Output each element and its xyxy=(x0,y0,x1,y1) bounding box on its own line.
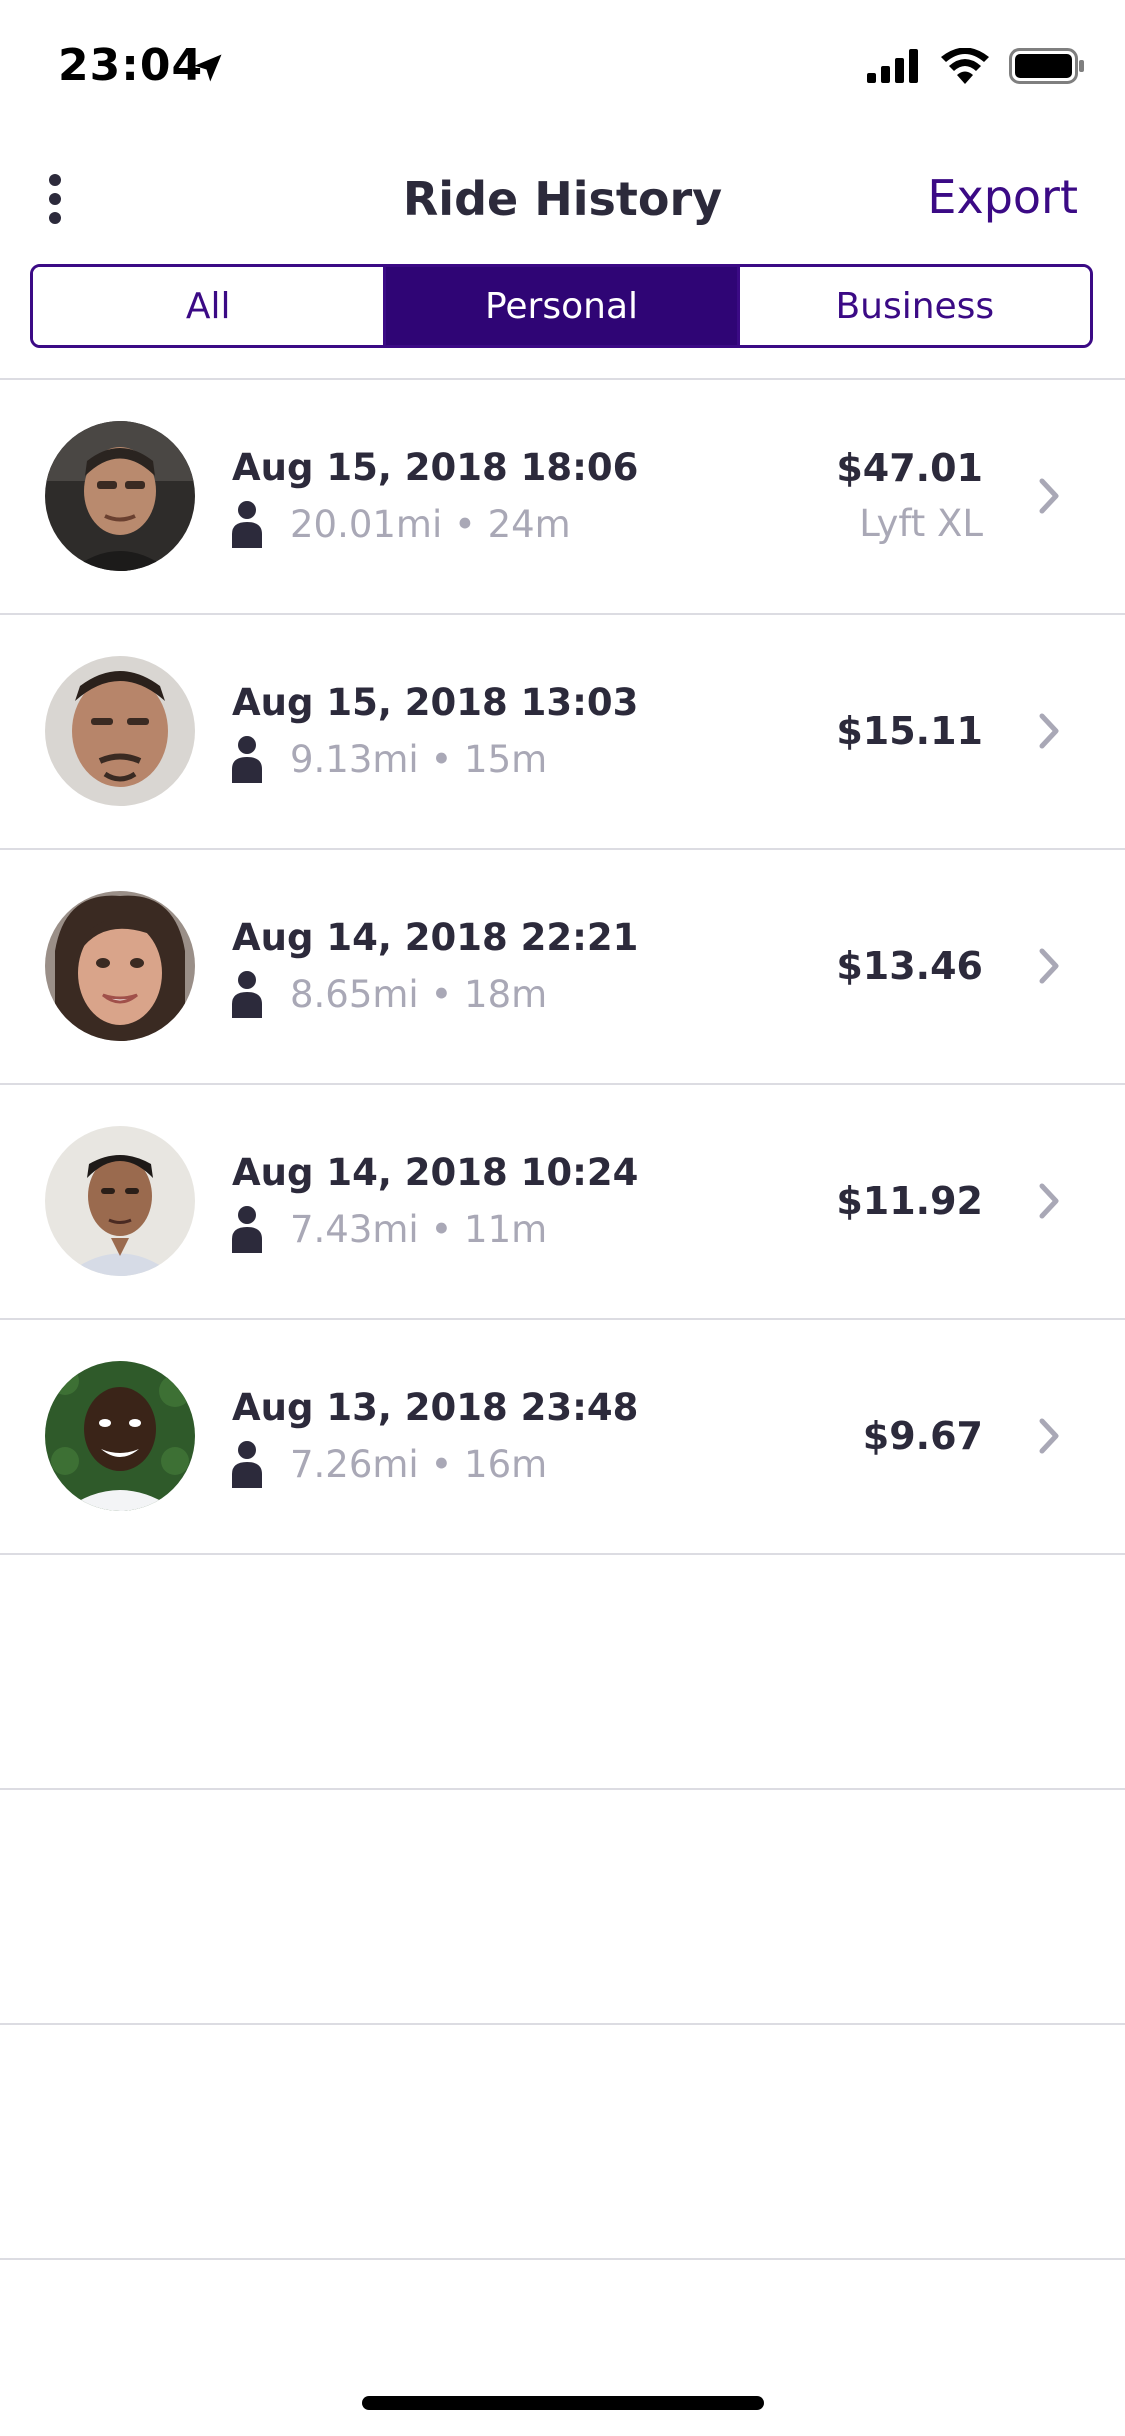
empty-list-row xyxy=(0,1555,1125,1790)
empty-list-row xyxy=(0,1790,1125,2025)
battery-icon xyxy=(1009,48,1084,84)
ride-date: Aug 13, 2018 23:48 xyxy=(232,1386,639,1429)
ride-date: Aug 15, 2018 18:06 xyxy=(232,446,639,489)
status-time: 23:04 xyxy=(58,40,204,91)
wifi-icon xyxy=(941,48,989,84)
ride-list: Aug 15, 2018 18:06 20.01mi • 24m $47.01 … xyxy=(0,380,1125,2260)
tab-all[interactable]: All xyxy=(33,267,384,345)
ride-type: Lyft XL xyxy=(859,502,983,545)
driver-avatar xyxy=(45,656,195,806)
ride-details: 8.65mi • 18m xyxy=(290,972,548,1016)
export-button[interactable]: Export xyxy=(927,170,1078,224)
person-icon xyxy=(232,501,262,548)
person-icon xyxy=(232,971,262,1018)
ride-price: $47.01 xyxy=(836,446,983,490)
ride-row[interactable]: Aug 13, 2018 23:48 7.26mi • 16m $9.67 xyxy=(0,1320,1125,1555)
ride-details: 7.26mi • 16m xyxy=(290,1442,548,1486)
ride-date: Aug 15, 2018 13:03 xyxy=(232,681,639,724)
driver-avatar xyxy=(45,1126,195,1276)
ride-date: Aug 14, 2018 10:24 xyxy=(232,1151,639,1194)
ride-details: 9.13mi • 15m xyxy=(290,737,548,781)
ride-filter-tabs: All Personal Business xyxy=(30,264,1093,348)
ride-price: $9.67 xyxy=(862,1414,983,1458)
tab-personal[interactable]: Personal xyxy=(383,267,737,345)
ride-date: Aug 14, 2018 22:21 xyxy=(232,916,639,959)
ride-price: $15.11 xyxy=(836,709,983,753)
home-indicator xyxy=(362,2396,764,2410)
nav-bar: Ride History Export xyxy=(0,150,1125,250)
location-arrow-icon xyxy=(194,54,222,82)
ride-row[interactable]: Aug 14, 2018 10:24 7.43mi • 11m $11.92 xyxy=(0,1085,1125,1320)
cellular-signal-icon xyxy=(867,49,918,83)
person-icon xyxy=(232,1206,262,1253)
ride-price: $11.92 xyxy=(836,1179,983,1223)
person-icon xyxy=(232,1441,262,1488)
driver-avatar xyxy=(45,891,195,1041)
chevron-right-icon xyxy=(1039,713,1059,749)
chevron-right-icon xyxy=(1039,948,1059,984)
empty-list-row xyxy=(0,2025,1125,2260)
chevron-right-icon xyxy=(1039,1418,1059,1454)
driver-avatar xyxy=(45,1361,195,1511)
status-bar: 23:04 xyxy=(0,0,1125,130)
ride-row[interactable]: Aug 15, 2018 18:06 20.01mi • 24m $47.01 … xyxy=(0,380,1125,615)
ride-price: $13.46 xyxy=(836,944,983,988)
tab-business[interactable]: Business xyxy=(736,267,1090,345)
ride-details: 7.43mi • 11m xyxy=(290,1207,548,1251)
person-icon xyxy=(232,736,262,783)
ride-details: 20.01mi • 24m xyxy=(290,502,571,546)
ride-row[interactable]: Aug 14, 2018 22:21 8.65mi • 18m $13.46 xyxy=(0,850,1125,1085)
chevron-right-icon xyxy=(1039,1183,1059,1219)
chevron-right-icon xyxy=(1039,478,1059,514)
ride-row[interactable]: Aug 15, 2018 13:03 9.13mi • 15m $15.11 xyxy=(0,615,1125,850)
driver-avatar xyxy=(45,421,195,571)
